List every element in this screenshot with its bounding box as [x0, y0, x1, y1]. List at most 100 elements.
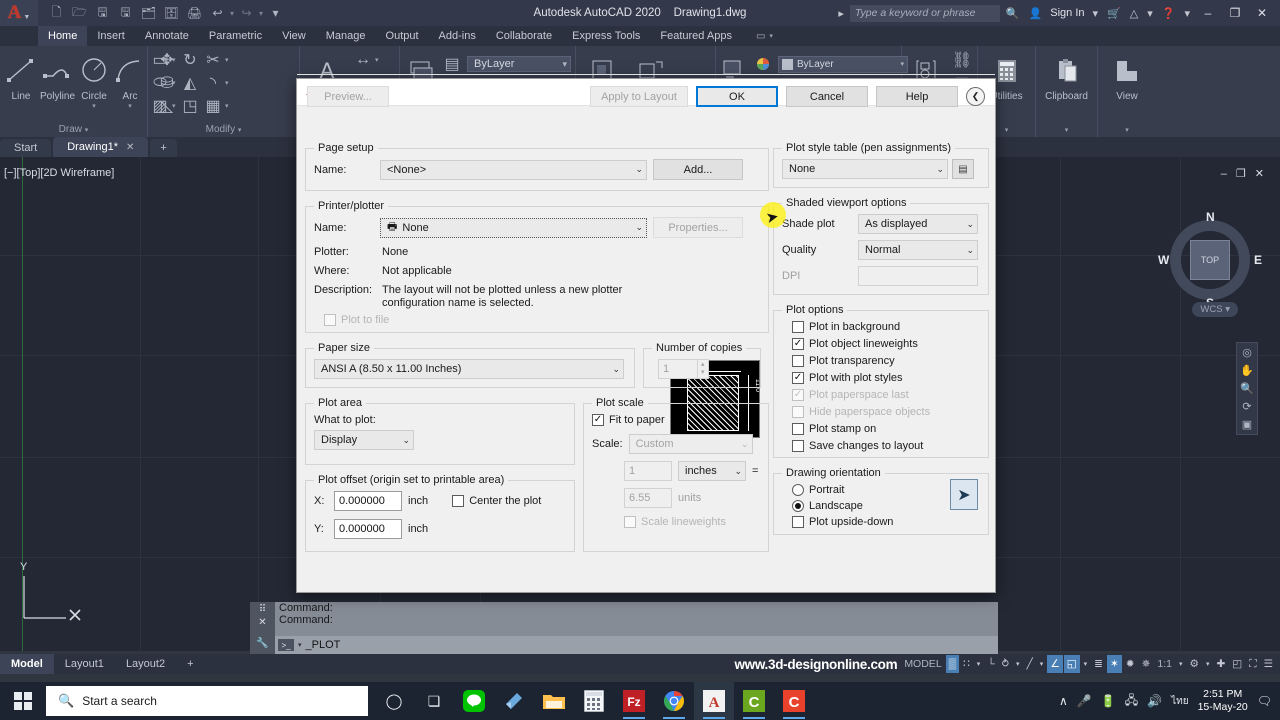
transparency-toggle[interactable]: ✶ — [1106, 655, 1122, 673]
show-hidden-icons-button[interactable]: ∧ — [1059, 694, 1068, 708]
save-changes-to-layout-checkbox[interactable]: Save changes to layout — [792, 440, 980, 452]
color-wheel-icon[interactable] — [752, 53, 774, 75]
dpi-input[interactable] — [858, 266, 978, 286]
ribbon-panel-draw-title[interactable]: Draw ▾ — [4, 124, 143, 137]
ribbon-tab-view[interactable]: View — [272, 26, 316, 46]
hide-paperspace-objects-checkbox[interactable]: Hide paperspace objects — [792, 406, 980, 418]
plot-icon[interactable]: 🖨 — [184, 3, 205, 24]
search-dropdown-icon[interactable]: ▸ — [835, 7, 847, 20]
viewport-minimize-button[interactable]: – — [1221, 168, 1227, 180]
layout-tab-layout2[interactable]: Layout2 — [115, 654, 176, 674]
layout-tab-model[interactable]: Model — [0, 654, 54, 674]
ribbon-tab-parametric[interactable]: Parametric — [199, 26, 272, 46]
help-dropdown-icon[interactable]: ▾ — [1181, 7, 1193, 20]
sign-in-dropdown-icon[interactable]: ▾ — [1090, 7, 1102, 20]
what-to-plot-combo[interactable]: Display ⌄ — [314, 430, 414, 450]
osnap-dropdown-icon[interactable]: ▾ — [1081, 655, 1091, 673]
help-button[interactable]: Help — [876, 86, 958, 107]
scale-numerator-input[interactable]: 1 — [624, 461, 672, 481]
color-selector[interactable]: ByLayer ▾ — [778, 55, 908, 73]
document-tab-start[interactable]: Start — [0, 139, 52, 157]
viewcube-north-label[interactable]: N — [1206, 210, 1215, 224]
chevron-down-icon[interactable]: ▾ — [298, 641, 302, 649]
showmotion-icon[interactable]: ▣ — [1242, 418, 1252, 431]
ribbon-tab-express-tools[interactable]: Express Tools — [562, 26, 650, 46]
full-navigation-wheel-icon[interactable]: ◎ — [1242, 346, 1252, 359]
collapse-dialog-button[interactable]: ❮ — [966, 87, 985, 106]
plot-with-plot-styles-checkbox[interactable]: ✓ Plot with plot styles — [792, 372, 980, 384]
search-input[interactable]: Type a keyword or phrase — [849, 4, 1000, 22]
polar-tracking-toggle[interactable]: ⥁ — [999, 655, 1012, 673]
plotter-properties-button[interactable]: Properties... — [653, 217, 743, 238]
modify-trim-tool[interactable]: ✂ — [202, 49, 224, 71]
save-as-icon[interactable]: 🖫 — [115, 3, 136, 24]
save-icon[interactable]: 🖫 — [92, 3, 113, 24]
modify-scale-tool[interactable]: ◳ — [179, 95, 201, 117]
chevron-down-icon[interactable]: ▾ — [375, 56, 379, 64]
ungroup-tool[interactable]: ⛓ — [951, 49, 973, 71]
isolate-objects-icon[interactable]: ◰ — [1229, 655, 1245, 673]
window-restore-button[interactable]: ❐ — [1223, 6, 1247, 20]
undo-dropdown-icon[interactable]: ▾ — [230, 9, 234, 18]
annotation-scale-selector[interactable]: 1:1 — [1154, 655, 1175, 673]
ribbon-tab-output[interactable]: Output — [376, 26, 429, 46]
microphone-icon[interactable]: 🎤 — [1077, 694, 1092, 708]
viewcube-west-label[interactable]: W — [1158, 253, 1169, 267]
network-icon[interactable]: 🖧 — [1125, 691, 1138, 712]
annotation-monitor-toggle[interactable]: ✵ — [1139, 655, 1154, 673]
offset-x-input[interactable]: 0.000000 — [334, 491, 402, 511]
chevron-down-icon[interactable]: ▾ — [92, 102, 96, 110]
draw-polyline-tool[interactable]: Polyline — [40, 49, 75, 102]
add-workspace-icon[interactable]: ✚ — [1213, 655, 1228, 673]
modify-move-tool[interactable]: ✥ — [156, 49, 178, 71]
orbit-icon[interactable]: ⟳ — [1242, 400, 1251, 413]
zoom-extents-icon[interactable]: 🔍 — [1240, 382, 1254, 395]
lineweight-toggle[interactable]: ≣ — [1091, 655, 1106, 673]
fit-to-paper-checkbox[interactable]: ✓ Fit to paper — [592, 414, 760, 426]
draw-line-tool[interactable]: Line — [4, 49, 38, 102]
camtasia-icon[interactable]: C — [734, 682, 774, 720]
viewcube[interactable]: TOP N S E W — [1158, 210, 1262, 310]
ribbon-tab-insert[interactable]: Insert — [87, 26, 135, 46]
scale-unit-combo[interactable]: inches ⌄ — [678, 461, 746, 481]
polar-dropdown-icon[interactable]: ▾ — [1013, 655, 1023, 673]
command-line[interactable]: ⠿ ✕ 🔧 Command: Command: >_ ▾ _PLOT — [250, 602, 998, 654]
camtasia-recorder-icon[interactable]: C — [774, 682, 814, 720]
viewcube-top-face[interactable]: TOP — [1190, 240, 1230, 280]
isodraft-dropdown-icon[interactable]: ▾ — [1037, 655, 1047, 673]
copies-input[interactable]: 1 — [658, 359, 698, 379]
new-file-icon[interactable]: 🗋 — [46, 3, 67, 24]
layer-selector[interactable]: ByLayer ▾ — [467, 56, 571, 72]
ribbon-tab-featured-apps[interactable]: Featured Apps — [650, 26, 742, 46]
modify-fillet-tool[interactable]: ◝ — [202, 72, 224, 94]
ribbon-display-options[interactable]: ▭ ▾ — [756, 26, 773, 46]
window-minimize-button[interactable]: – — [1196, 6, 1220, 20]
pan-icon[interactable]: ✋ — [1240, 364, 1254, 377]
store-app-icon[interactable] — [494, 682, 534, 720]
ribbon-tab-addins[interactable]: Add-ins — [429, 26, 486, 46]
ribbon-panel-clipboard-title[interactable]: ▾ — [1040, 124, 1093, 137]
copies-increment-button[interactable]: ▴ — [698, 361, 708, 369]
cortana-icon[interactable]: ◯ — [374, 682, 414, 720]
selection-cycling-toggle[interactable]: ✹ — [1123, 655, 1138, 673]
close-icon[interactable]: ✕ — [126, 142, 134, 153]
sign-in-button[interactable]: Sign In — [1048, 7, 1086, 19]
paper-size-combo[interactable]: ANSI A (8.50 x 11.00 Inches) ⌄ — [314, 359, 624, 379]
redo-dropdown-icon[interactable]: ▾ — [259, 9, 263, 18]
language-indicator[interactable]: ไทย — [1171, 694, 1188, 709]
publish-icon[interactable]: 🗄 — [161, 3, 182, 24]
clipboard-paste-tool[interactable]: Clipboard — [1044, 49, 1090, 102]
offset-y-input[interactable]: 0.000000 — [334, 519, 402, 539]
chrome-icon[interactable] — [654, 682, 694, 720]
wcs-selector[interactable]: WCS ▾ — [1192, 302, 1238, 317]
draw-arc-tool[interactable]: Arc ▾ — [113, 49, 147, 110]
window-close-button[interactable]: ✕ — [1250, 6, 1274, 20]
draw-circle-tool[interactable]: Circle ▾ — [77, 49, 111, 110]
layer-state-icon[interactable]: ▤ — [441, 53, 463, 75]
plot-paperspace-last-checkbox[interactable]: ✓ Plot paperspace last — [792, 389, 980, 401]
scale-dropdown-icon[interactable]: ▾ — [1176, 655, 1186, 673]
autocad-icon[interactable]: A — [694, 682, 734, 720]
page-setup-name-combo[interactable]: <None> ⌄ — [380, 159, 647, 180]
taskbar-clock[interactable]: 2:51 PM 15-May-20 — [1198, 688, 1248, 714]
apply-to-layout-button[interactable]: Apply to Layout — [590, 86, 688, 107]
